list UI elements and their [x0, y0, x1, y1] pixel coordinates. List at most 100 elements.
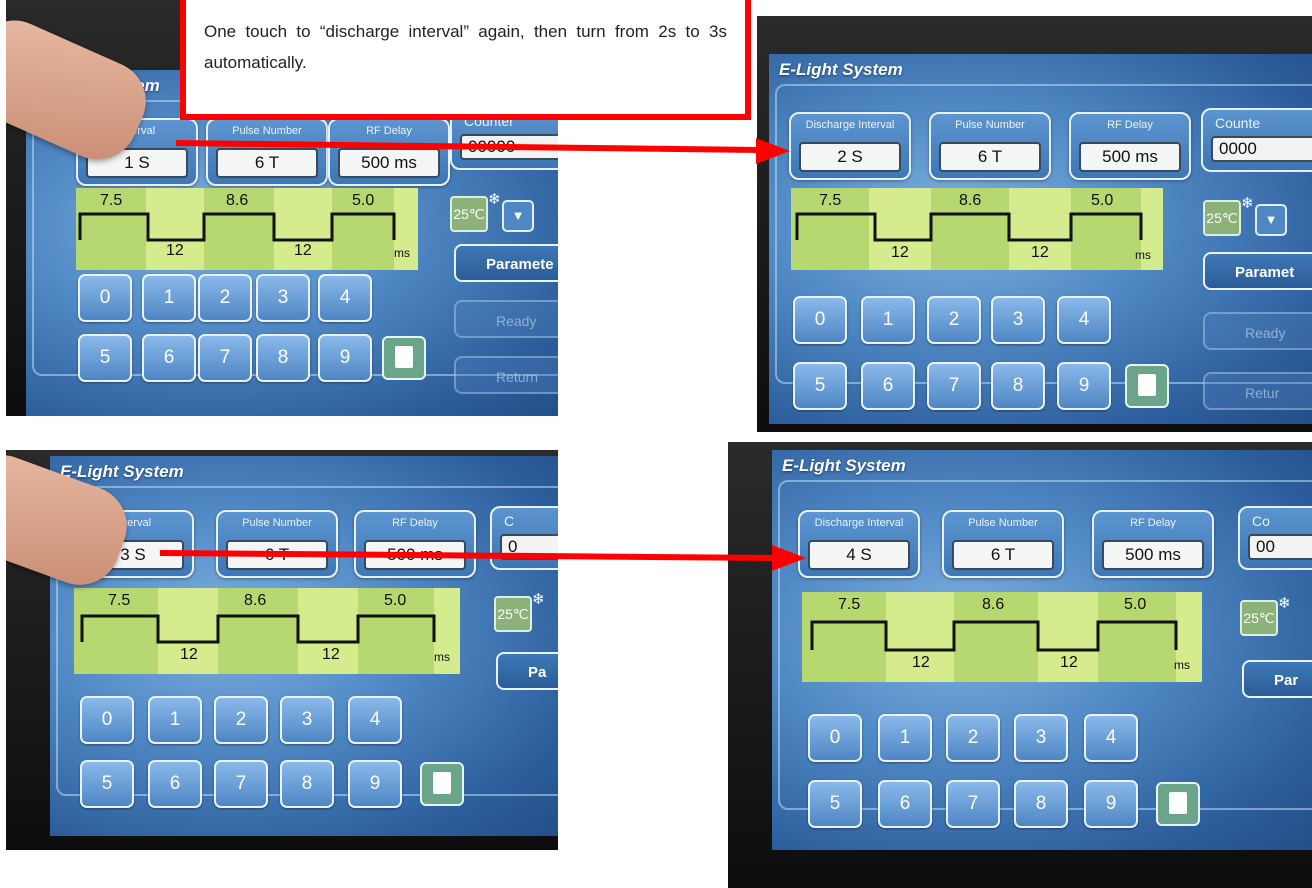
return-button[interactable]: Retur [1203, 372, 1312, 410]
keypad-key-9[interactable]: 9 [1057, 362, 1111, 410]
keypad-key-5[interactable]: 5 [78, 334, 132, 382]
keypad-key-8[interactable]: 8 [256, 334, 310, 382]
keypad-key-6[interactable]: 6 [861, 362, 915, 410]
pulse-number-button[interactable]: Pulse Number 6 T [929, 112, 1051, 180]
unit-label: ms [434, 650, 450, 664]
pulse-number-button[interactable]: Pulse Number 6 T [206, 118, 328, 186]
parameter-button[interactable]: Paramete [454, 244, 558, 282]
keypad-key-1[interactable]: 1 [142, 274, 196, 322]
rf-delay-button[interactable]: RF Delay 500 ms [328, 118, 450, 186]
keypad-key-9[interactable]: 9 [318, 334, 372, 382]
floppy-save-icon[interactable] [420, 762, 464, 806]
counter-display: C 0 [490, 506, 558, 570]
keypad-key-4[interactable]: 4 [318, 274, 372, 322]
counter-value: 0 [500, 534, 558, 560]
keypad-key-5[interactable]: 5 [80, 760, 134, 808]
photo-step-3: E-Light System Interval 3 S Pulse Number… [6, 450, 558, 850]
keypad-key-3[interactable]: 3 [991, 296, 1045, 344]
rf-delay-value: 500 ms [1102, 540, 1204, 570]
pulse-3-value: 5.0 [352, 192, 375, 209]
pulse-number-value: 6 T [226, 540, 328, 570]
keypad-key-9[interactable]: 9 [348, 760, 402, 808]
floppy-save-icon[interactable] [382, 336, 426, 380]
keypad-key-0[interactable]: 0 [80, 696, 134, 744]
pulse-number-label: Pulse Number [955, 119, 1025, 131]
pulse-number-value: 6 T [952, 540, 1054, 570]
rf-delay-button[interactable]: RF Delay 500 ms [1092, 510, 1214, 578]
keypad-key-3[interactable]: 3 [1014, 714, 1068, 762]
pulse-3-value: 5.0 [384, 592, 407, 609]
keypad-key-7[interactable]: 7 [927, 362, 981, 410]
return-button[interactable]: Return [454, 356, 558, 394]
temp-down-button[interactable]: ▼ [502, 200, 534, 232]
keypad-key-3[interactable]: 3 [256, 274, 310, 322]
discharge-interval-label: Discharge Interval [805, 119, 895, 131]
waveform-display: 7.5 8.6 5.0 12 12 ms [791, 188, 1163, 270]
touch-screen: E-Light System Discharge Interval 4 S Pu… [772, 450, 1312, 850]
keypad-key-0[interactable]: 0 [808, 714, 862, 762]
floppy-save-icon[interactable] [1156, 782, 1200, 826]
keypad-key-5[interactable]: 5 [793, 362, 847, 410]
waveform-display: 7.5 8.6 5.0 12 12 ms [74, 588, 460, 674]
keypad-key-8[interactable]: 8 [280, 760, 334, 808]
rf-delay-label: RF Delay [1130, 517, 1176, 529]
counter-label: Counte [1215, 115, 1261, 131]
parameter-button[interactable]: Pa [496, 652, 558, 690]
keypad-key-4[interactable]: 4 [1057, 296, 1111, 344]
keypad-key-2[interactable]: 2 [198, 274, 252, 322]
keypad-key-0[interactable]: 0 [793, 296, 847, 344]
keypad-key-1[interactable]: 1 [861, 296, 915, 344]
pulse-number-label: Pulse Number [968, 517, 1038, 529]
floppy-save-icon[interactable] [1125, 364, 1169, 408]
keypad-key-2[interactable]: 2 [946, 714, 1000, 762]
ready-button[interactable]: Ready [1203, 312, 1312, 350]
gap-1-value: 12 [912, 654, 930, 671]
parameter-button[interactable]: Par [1242, 660, 1312, 698]
keypad-key-7[interactable]: 7 [198, 334, 252, 382]
keypad-key-4[interactable]: 4 [348, 696, 402, 744]
keypad-key-4[interactable]: 4 [1084, 714, 1138, 762]
pulse-3-value: 5.0 [1124, 596, 1147, 613]
rf-delay-value: 500 ms [1079, 142, 1181, 172]
keypad-key-7[interactable]: 7 [946, 780, 1000, 828]
counter-label: C [504, 513, 515, 529]
keypad-key-5[interactable]: 5 [808, 780, 862, 828]
keypad-key-8[interactable]: 8 [1014, 780, 1068, 828]
rf-delay-label: RF Delay [1107, 119, 1153, 131]
discharge-interval-value: 2 S [799, 142, 901, 172]
temp-down-button[interactable]: ▼ [1255, 204, 1287, 236]
rf-delay-button[interactable]: RF Delay 500 ms [1069, 112, 1191, 180]
keypad-key-2[interactable]: 2 [927, 296, 981, 344]
keypad-key-6[interactable]: 6 [878, 780, 932, 828]
discharge-interval-button[interactable]: Discharge Interval 2 S [789, 112, 911, 180]
pulse-3-value: 5.0 [1091, 192, 1114, 209]
keypad-key-0[interactable]: 0 [78, 274, 132, 322]
keypad-key-1[interactable]: 1 [878, 714, 932, 762]
snowflake-icon: ❄ [532, 591, 545, 608]
gap-2-value: 12 [322, 646, 340, 663]
system-title: E-Light System [60, 462, 184, 481]
ready-button[interactable]: Ready [454, 300, 558, 338]
keypad-key-6[interactable]: 6 [148, 760, 202, 808]
instruction-callout: One touch to “discharge interval” again,… [180, 0, 751, 120]
gap-2-value: 12 [294, 242, 312, 259]
snowflake-icon: ❄ [1241, 195, 1254, 212]
keypad-key-7[interactable]: 7 [214, 760, 268, 808]
discharge-interval-value: 4 S [808, 540, 910, 570]
rf-delay-button[interactable]: RF Delay 500 ms [354, 510, 476, 578]
discharge-interval-button[interactable]: Discharge Interval 4 S [798, 510, 920, 578]
photo-step-2: E-Light System Discharge Interval 2 S Pu… [757, 16, 1312, 432]
keypad-key-2[interactable]: 2 [214, 696, 268, 744]
pulse-2-value: 8.6 [244, 592, 267, 609]
pulse-number-button[interactable]: Pulse Number 6 T [942, 510, 1064, 578]
temperature-display: 25℃ [494, 596, 532, 632]
pulse-number-button[interactable]: Pulse Number 6 T [216, 510, 338, 578]
keypad-key-6[interactable]: 6 [142, 334, 196, 382]
keypad-key-3[interactable]: 3 [280, 696, 334, 744]
rf-delay-label: RF Delay [392, 517, 438, 529]
keypad-key-9[interactable]: 9 [1084, 780, 1138, 828]
keypad-key-8[interactable]: 8 [991, 362, 1045, 410]
system-title: E-Light System [779, 60, 903, 79]
parameter-button[interactable]: Paramet [1203, 252, 1312, 290]
keypad-key-1[interactable]: 1 [148, 696, 202, 744]
